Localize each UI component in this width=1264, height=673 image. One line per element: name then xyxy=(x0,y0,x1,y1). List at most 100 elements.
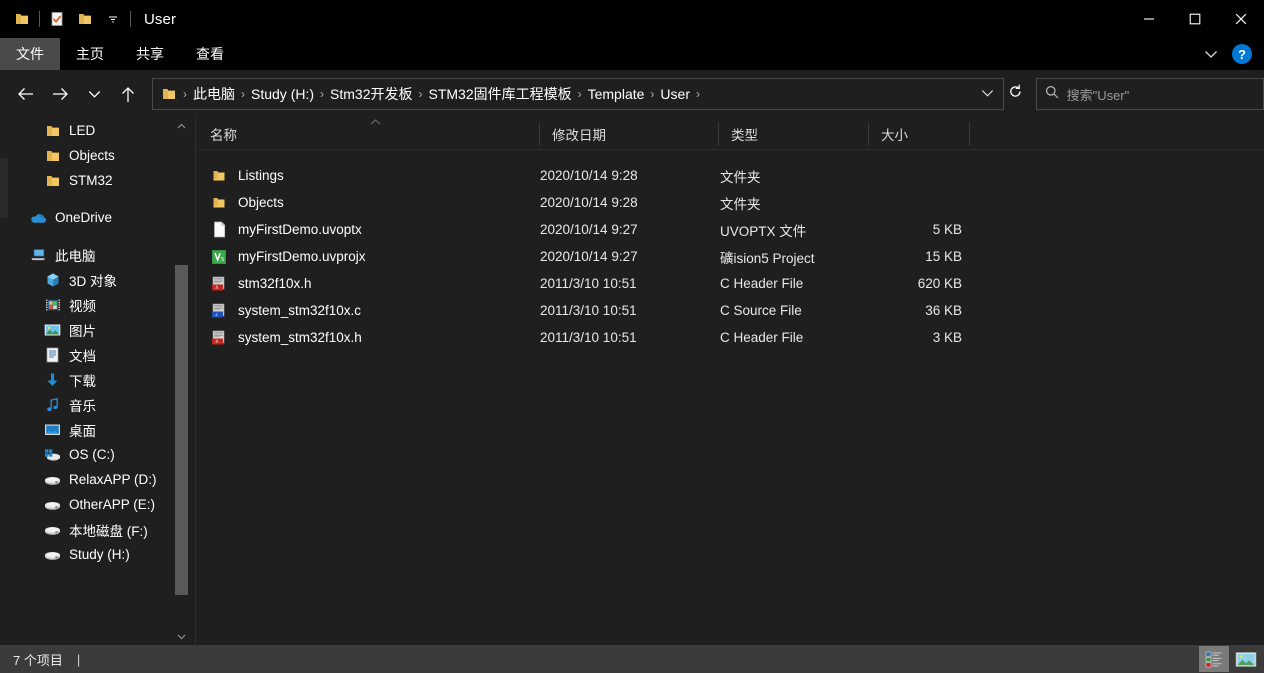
ribbon-right-controls: ? xyxy=(1200,38,1258,70)
refresh-button[interactable] xyxy=(1004,84,1028,104)
table-row[interactable]: Listings 2020/10/14 9:28 文件夹 xyxy=(197,162,1264,189)
close-button[interactable] xyxy=(1218,0,1264,38)
file-date: 2020/10/14 9:27 xyxy=(540,249,638,264)
up-button[interactable] xyxy=(112,78,144,110)
customize-dropdown-icon[interactable] xyxy=(99,5,127,33)
minimize-button[interactable] xyxy=(1126,0,1172,38)
table-row[interactable]: 5 myFirstDemo.uvprojx 2020/10/14 9:27 礦i… xyxy=(197,243,1264,270)
sidebar-item-desktop[interactable]: 桌面 xyxy=(0,417,178,442)
column-separator-4[interactable] xyxy=(969,123,970,145)
column-header-type[interactable]: 类型 xyxy=(718,118,868,150)
sidebar-item-onedrive[interactable]: OneDrive xyxy=(0,205,178,230)
file-size: 620 KB xyxy=(917,276,962,291)
breadcrumb-item-1[interactable]: Study (H:) xyxy=(247,86,318,102)
search-input[interactable]: 搜索"User" xyxy=(1067,85,1130,104)
sidebar-item-this-pc[interactable]: 此电脑 xyxy=(0,242,178,267)
sidebar-item-otherapp-e[interactable]: OtherAPP (E:) xyxy=(0,492,178,517)
breadcrumb-separator: › xyxy=(695,87,700,101)
sidebar-item-objects[interactable]: Objects xyxy=(0,143,178,168)
sidebar-item-pictures[interactable]: 图片 xyxy=(0,317,178,342)
file-name-cell: .c system_stm32f10x.c xyxy=(210,302,361,320)
search-box[interactable]: 搜索"User" xyxy=(1035,78,1264,110)
c-source-file-icon: .c xyxy=(210,302,228,320)
file-date: 2020/10/14 9:28 xyxy=(540,195,638,210)
sidebar-item-label: OneDrive xyxy=(55,210,113,225)
search-icon xyxy=(1045,85,1059,104)
sidebar-item-3d-objects[interactable]: 3D 对象 xyxy=(0,267,178,292)
breadcrumb-separator: › xyxy=(418,87,423,101)
drive-icon xyxy=(44,546,61,563)
new-folder-icon[interactable] xyxy=(71,5,99,33)
sidebar-item-relaxapp-d[interactable]: RelaxAPP (D:) xyxy=(0,467,178,492)
tab-share-label: 共享 xyxy=(136,46,164,62)
column-header-size[interactable]: 大小 xyxy=(868,118,969,150)
folder-icon[interactable] xyxy=(8,5,36,33)
sidebar-item-led[interactable]: LED xyxy=(0,118,178,143)
chevron-down-icon[interactable] xyxy=(1200,47,1222,62)
back-button[interactable] xyxy=(10,78,42,110)
file-name: system_stm32f10x.h xyxy=(238,330,362,345)
sidebar-item-documents[interactable]: 文档 xyxy=(0,342,178,367)
help-button[interactable]: ? xyxy=(1232,44,1252,64)
pane-divider[interactable] xyxy=(195,118,196,645)
properties-icon[interactable] xyxy=(43,5,71,33)
breadcrumb-item-5[interactable]: User xyxy=(656,86,694,102)
file-name-cell: myFirstDemo.uvoptx xyxy=(210,221,362,239)
sidebar-item-downloads[interactable]: 下载 xyxy=(0,367,178,392)
file-type: 礦ision5 Project xyxy=(720,250,815,266)
title-bar: User xyxy=(0,0,1264,38)
breadcrumb-item-4[interactable]: Template xyxy=(584,86,649,102)
folder-icon xyxy=(44,122,61,139)
file-type: C Header File xyxy=(720,330,804,345)
sidebar-item-local-disk-f[interactable]: 本地磁盘 (F:) xyxy=(0,517,178,542)
address-bar[interactable]: › 此电脑 › Study (H:) › Stm32开发板 › STM32固件库… xyxy=(152,78,1004,110)
help-label: ? xyxy=(1238,46,1246,62)
table-row[interactable]: .h stm32f10x.h 2011/3/10 10:51 C Header … xyxy=(197,270,1264,297)
sidebar-item-music[interactable]: 音乐 xyxy=(0,392,178,417)
music-icon xyxy=(44,396,61,413)
sidebar-item-stm32[interactable]: STM32 xyxy=(0,168,178,193)
details-view-button[interactable] xyxy=(1199,646,1229,672)
status-bar: 7 个项目 | xyxy=(0,645,1264,673)
uvision-project-icon: 5 xyxy=(210,248,228,266)
breadcrumb-separator: › xyxy=(183,87,187,101)
folder-icon xyxy=(210,167,228,185)
file-name-cell: .h stm32f10x.h xyxy=(210,275,312,293)
c-header-file-icon: .h xyxy=(210,329,228,347)
file-size: 3 KB xyxy=(932,330,962,345)
file-name-cell: 5 myFirstDemo.uvprojx xyxy=(210,248,366,266)
large-icons-view-button[interactable] xyxy=(1231,646,1261,672)
tab-view[interactable]: 查看 xyxy=(180,38,240,70)
chevron-up-icon[interactable] xyxy=(175,118,188,134)
address-dropdown-icon[interactable] xyxy=(975,87,999,101)
forward-button[interactable] xyxy=(44,78,76,110)
column-header-name[interactable]: 名称 xyxy=(197,118,539,150)
sidebar-item-study-h[interactable]: Study (H:) xyxy=(0,542,178,567)
breadcrumb-item-3[interactable]: STM32固件库工程模板 xyxy=(424,84,575,104)
table-row[interactable]: Objects 2020/10/14 9:28 文件夹 xyxy=(197,189,1264,216)
sidebar-scrollbar-thumb[interactable] xyxy=(175,265,188,595)
header-underline xyxy=(197,149,1264,150)
file-name: Listings xyxy=(238,168,284,183)
chevron-down-icon[interactable] xyxy=(175,629,188,645)
maximize-button[interactable] xyxy=(1172,0,1218,38)
tab-file[interactable]: 文件 xyxy=(0,38,60,70)
breadcrumb-item-2[interactable]: Stm32开发板 xyxy=(326,84,416,104)
tab-home[interactable]: 主页 xyxy=(60,38,120,70)
table-row[interactable]: .h system_stm32f10x.h 2011/3/10 10:51 C … xyxy=(197,324,1264,351)
sidebar-item-label: 此电脑 xyxy=(55,248,96,264)
sidebar-item-os-c[interactable]: OS (C:) xyxy=(0,442,178,467)
table-row[interactable]: myFirstDemo.uvoptx 2020/10/14 9:27 UVOPT… xyxy=(197,216,1264,243)
recent-locations-button[interactable] xyxy=(78,78,110,110)
sidebar-item-videos[interactable]: 视频 xyxy=(0,292,178,317)
3d-objects-icon xyxy=(44,271,61,288)
column-header-date[interactable]: 修改日期 xyxy=(539,118,719,150)
file-date: 2020/10/14 9:27 xyxy=(540,222,638,237)
breadcrumb-item-0[interactable]: 此电脑 xyxy=(189,84,239,104)
folder-icon xyxy=(161,86,177,102)
sidebar-scrollbar[interactable] xyxy=(175,118,188,645)
file-name: system_stm32f10x.c xyxy=(238,303,362,318)
tab-share[interactable]: 共享 xyxy=(120,38,180,70)
table-row[interactable]: .c system_stm32f10x.c 2011/3/10 10:51 C … xyxy=(197,297,1264,324)
desktop-icon xyxy=(44,421,61,438)
